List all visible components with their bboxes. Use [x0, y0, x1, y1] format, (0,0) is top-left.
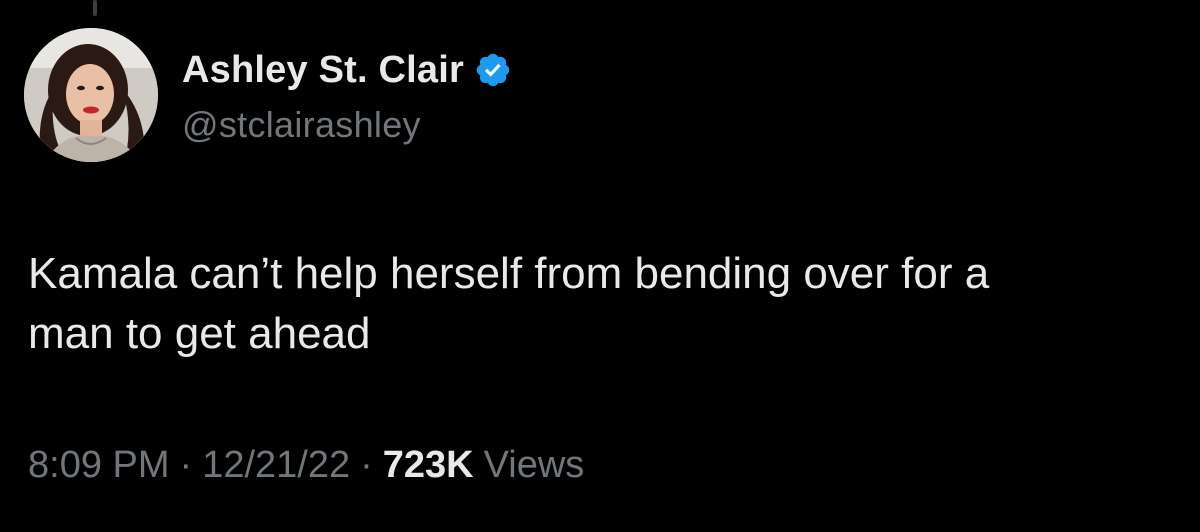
- thread-connector-line: [93, 0, 97, 16]
- avatar[interactable]: [24, 28, 158, 162]
- meta-separator: ·: [360, 444, 373, 486]
- author-handle[interactable]: @stclairashley: [182, 104, 421, 146]
- tweet-date[interactable]: 12/21/22: [202, 444, 350, 487]
- views-label: Views: [483, 444, 585, 486]
- views-count[interactable]: 723K: [383, 444, 474, 487]
- meta-separator: ·: [179, 444, 193, 486]
- verified-badge-icon: [474, 51, 512, 89]
- tweet-meta: 8:09 PM · 12/21/22 · 723K Views: [28, 444, 584, 487]
- tweet-text: Kamala can’t help herself from bending o…: [28, 244, 1178, 364]
- author-name-row: Ashley St. Clair: [182, 46, 512, 94]
- author-display-name[interactable]: Ashley St. Clair: [182, 49, 464, 92]
- tweet-text-line: man to get ahead: [28, 309, 371, 358]
- tweet-time[interactable]: 8:09 PM: [28, 444, 170, 487]
- avatar-photo: [24, 28, 158, 162]
- tweet-text-line: Kamala can’t help herself from bending o…: [28, 249, 990, 298]
